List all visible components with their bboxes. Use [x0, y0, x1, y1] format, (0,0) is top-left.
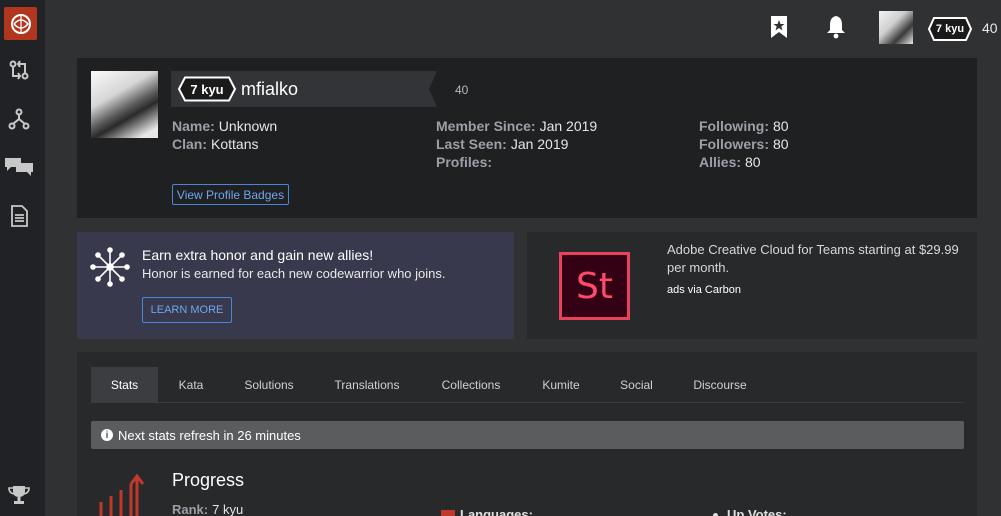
tab-social[interactable]: Social	[600, 367, 673, 402]
info-row-clan: Clan: Kottans	[172, 136, 259, 152]
info-row-allies: Allies: 80	[699, 154, 761, 170]
info-icon: i	[101, 429, 113, 441]
tab-solutions[interactable]: Solutions	[224, 367, 314, 402]
notice-text: Next stats refresh in 26 minutes	[118, 427, 301, 443]
progress-title: Progress	[172, 470, 245, 490]
profile-info-col1: Name: Unknown Clan: Kottans	[172, 117, 277, 153]
stats-panel: Stats Kata Solutions Translations Collec…	[77, 352, 977, 516]
info-row-name: Name: Unknown	[172, 118, 278, 134]
profile-rank-text: 7 kyu	[190, 81, 224, 97]
promo-subtitle: Honor is earned for each new codewarrior…	[142, 266, 446, 281]
network-icon	[90, 247, 130, 292]
tab-stats[interactable]: Stats	[91, 367, 158, 402]
bookmark-icon[interactable]	[765, 12, 793, 42]
ad-panel: St Adobe Creative Cloud for Teams starti…	[527, 232, 977, 339]
user-avatar[interactable]	[879, 11, 913, 44]
info-row-followers: Followers: 80	[699, 136, 789, 152]
info-row-last-seen: Last Seen: Jan 2019	[436, 136, 569, 152]
profile-honor: 40	[455, 83, 469, 97]
profile-rank-badge: 7 kyu	[177, 76, 237, 102]
docs-icon[interactable]	[4, 204, 34, 228]
tab-collections[interactable]: Collections	[420, 367, 522, 402]
languages-marker-icon	[441, 510, 455, 516]
practice-icon[interactable]	[4, 58, 34, 82]
tab-discourse[interactable]: Discourse	[673, 367, 767, 402]
info-row-member-since: Member Since: Jan 2019	[436, 118, 598, 134]
learn-more-button[interactable]: LEARN MORE	[142, 297, 232, 323]
languages-label: Languages:	[460, 507, 533, 516]
referral-promo-panel: Earn extra honor and gain new allies! Ho…	[77, 232, 514, 339]
ad-logo-text: St	[576, 265, 613, 307]
profile-avatar	[91, 71, 158, 138]
progress-chart-icon	[97, 473, 149, 516]
profile-username: mfialko	[241, 79, 299, 99]
fork-icon[interactable]	[4, 107, 34, 131]
adobe-stock-logo-icon[interactable]: St	[559, 252, 630, 320]
profile-panel: 7 kyu mfialko 40 Name: Unknown Clan: Kotta…	[77, 58, 977, 218]
profile-info-col3: Following: 80 Followers: 80 Allies: 80	[699, 117, 789, 171]
progress-rank: Rank: 7 kyu	[172, 502, 244, 516]
ads-via-carbon-link[interactable]: ads via Carbon	[667, 284, 741, 296]
stats-refresh-notice: i Next stats refresh in 26 minutes	[91, 421, 964, 449]
topbar-honor: 40	[982, 20, 998, 36]
discussion-icon[interactable]	[4, 154, 34, 178]
tab-kumite[interactable]: Kumite	[522, 367, 600, 402]
sidebar	[0, 0, 45, 516]
profile-tabs: Stats Kata Solutions Translations Collec…	[91, 367, 964, 403]
tab-translations[interactable]: Translations	[314, 367, 420, 402]
codewars-logo-icon[interactable]	[4, 7, 37, 40]
profile-info-col2: Member Since: Jan 2019 Last Seen: Jan 2019…	[436, 117, 597, 171]
view-profile-badges-button[interactable]: View Profile Badges	[172, 184, 289, 205]
upvotes-label: Up Votes:	[727, 507, 787, 516]
info-row-profiles: Profiles:	[436, 154, 493, 170]
topbar-rank-text: 7 kyu	[935, 23, 965, 35]
notifications-bell-icon[interactable]	[822, 12, 850, 42]
topbar-rank-badge: 7 kyu	[928, 17, 972, 41]
promo-title: Earn extra honor and gain new allies!	[142, 247, 374, 263]
tab-kata[interactable]: Kata	[158, 367, 224, 402]
ad-text[interactable]: Adobe Creative Cloud for Teams starting …	[667, 241, 972, 277]
info-row-following: Following: 80	[699, 118, 789, 134]
trophy-icon[interactable]	[4, 483, 34, 507]
